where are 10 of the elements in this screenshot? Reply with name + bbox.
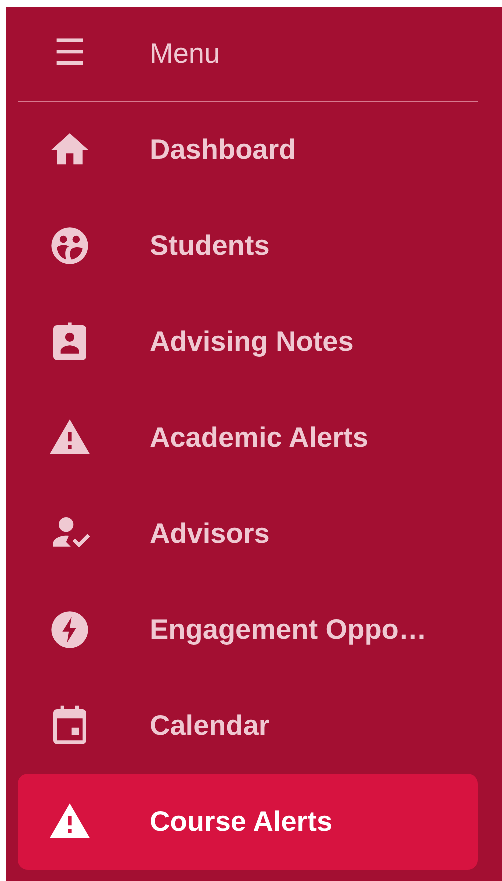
menu-item[interactable]: Calendar xyxy=(18,678,478,774)
menu-item[interactable]: Advisors xyxy=(18,486,478,582)
menu-item[interactable]: Students xyxy=(18,198,478,294)
menu-item[interactable]: Academic Alerts xyxy=(18,390,478,486)
menu-item[interactable]: Engagement Oppo… xyxy=(18,582,478,678)
menu-icon: ☰ xyxy=(50,36,90,72)
menu-item[interactable]: Dashboard xyxy=(18,102,478,198)
menu-item[interactable]: Advising Notes xyxy=(18,294,478,390)
menu-item[interactable]: Course Alerts xyxy=(18,774,478,870)
menu-button[interactable]: ☰ Menu xyxy=(18,24,220,84)
